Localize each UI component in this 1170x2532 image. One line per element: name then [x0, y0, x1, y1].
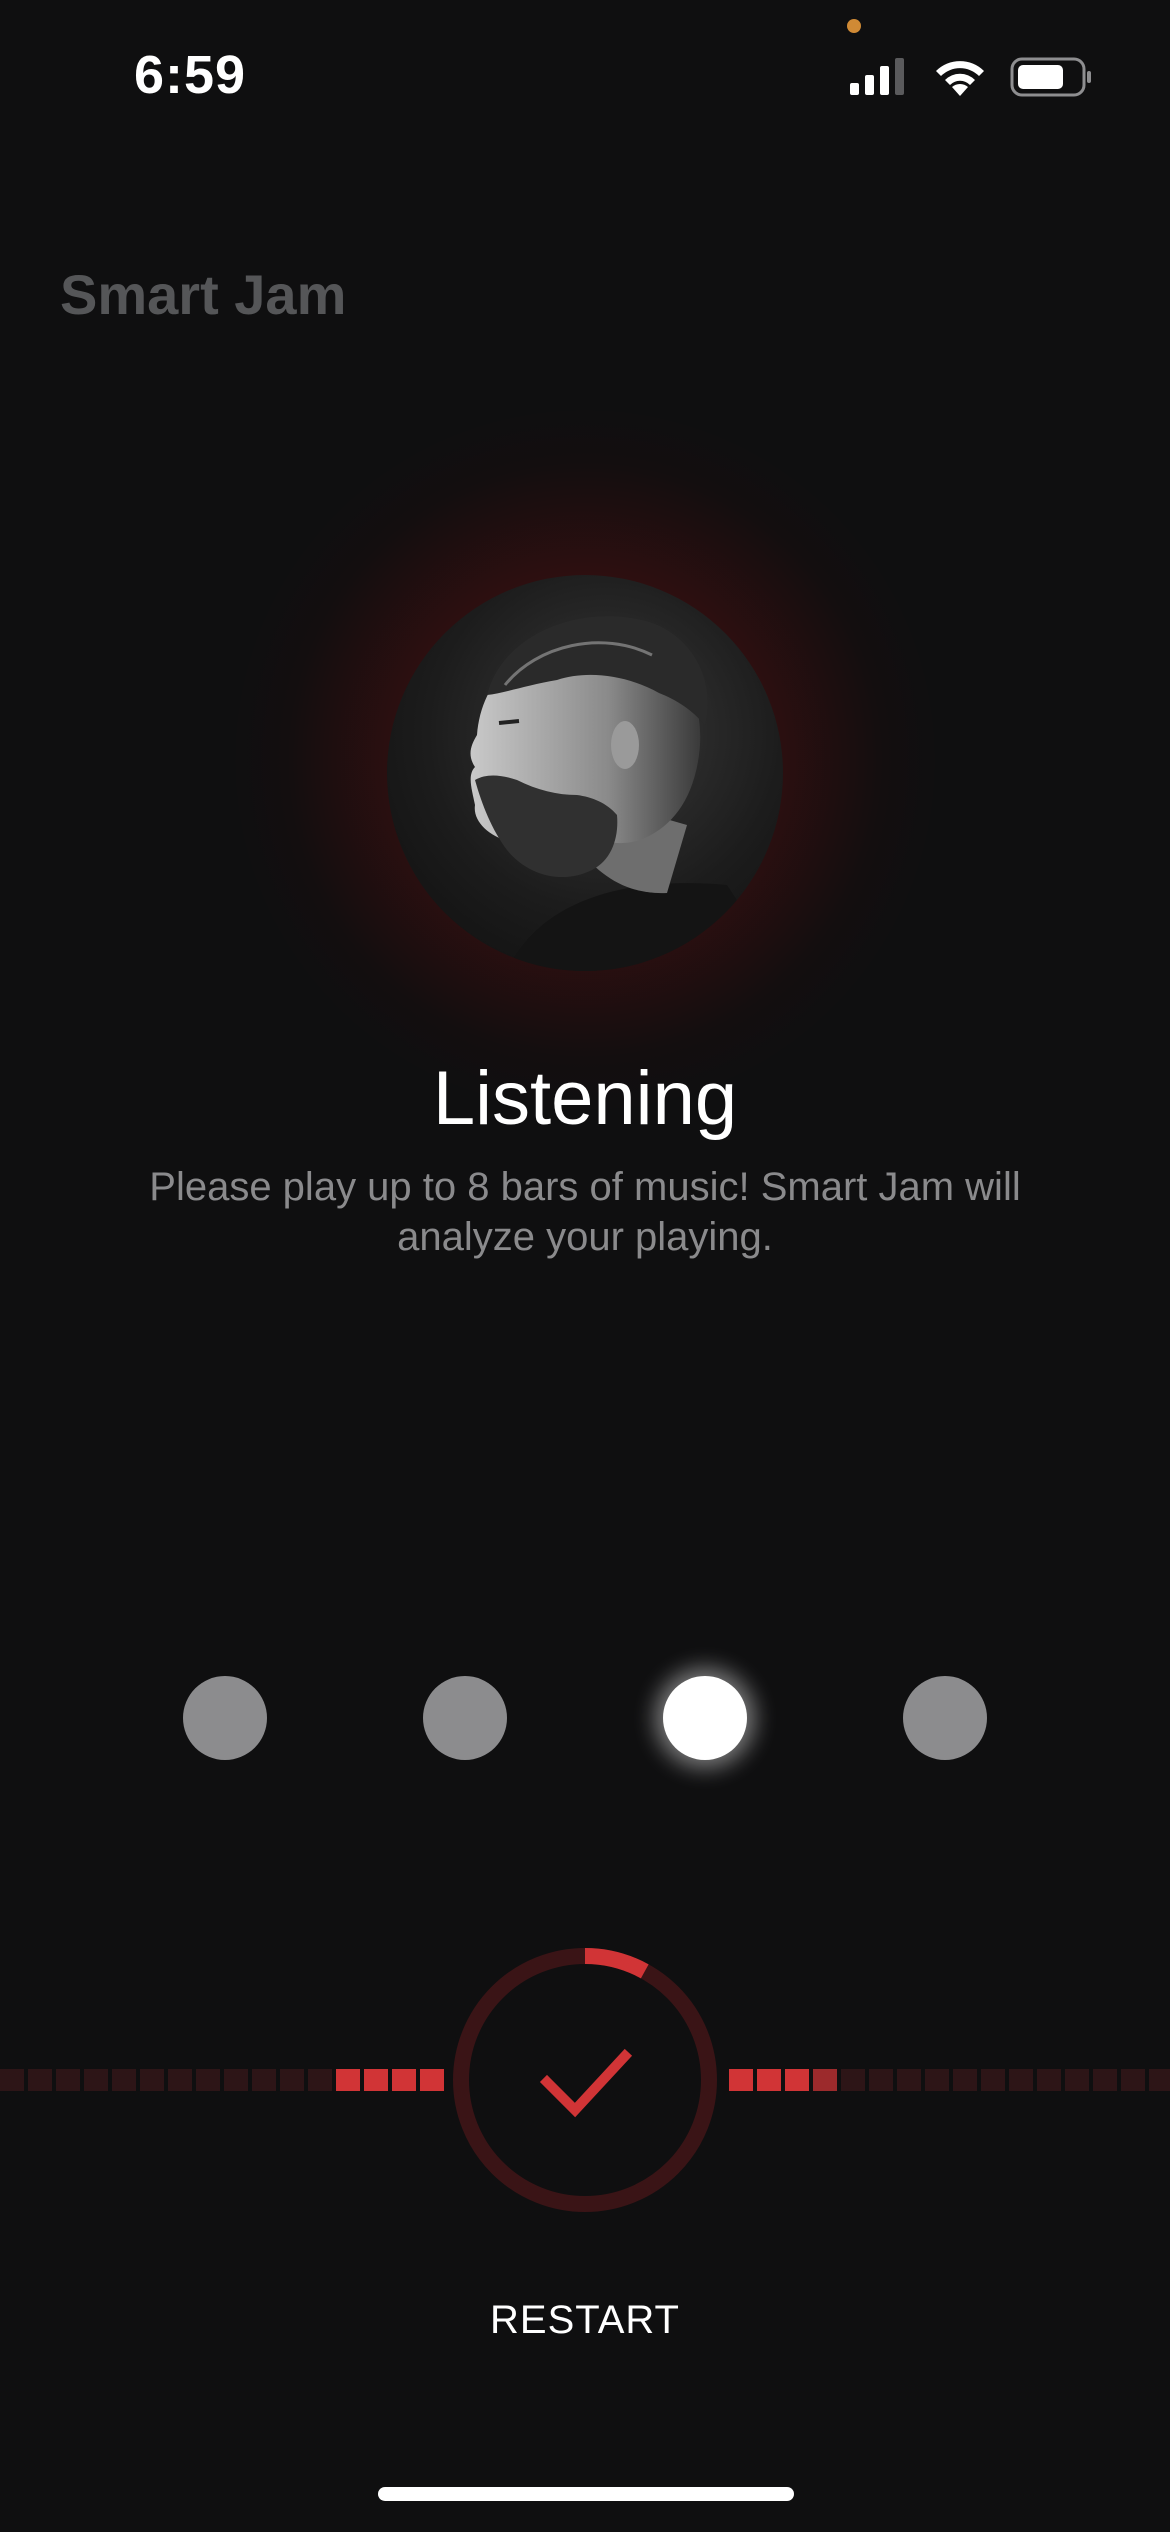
- meter-segment: [1065, 2069, 1089, 2091]
- meter-segment: [420, 2069, 444, 2091]
- app-title: Smart Jam: [60, 263, 347, 326]
- meter-segment: [925, 2069, 949, 2091]
- meter-segment: [1149, 2069, 1170, 2091]
- signal-icon: [850, 58, 904, 95]
- check-icon: [539, 2048, 633, 2118]
- listening-heading: Listening: [432, 1056, 738, 1141]
- meter-segment: [140, 2069, 164, 2091]
- meter-segment: [869, 2069, 893, 2091]
- meter-segment: [364, 2069, 388, 2091]
- meter-segment: [84, 2069, 108, 2091]
- meter-segment: [56, 2069, 80, 2091]
- beat-dot-2: [423, 1676, 507, 1760]
- meter-segment: [252, 2069, 276, 2091]
- confirm-button[interactable]: [451, 1946, 719, 2214]
- meter-segment: [280, 2069, 304, 2091]
- meter-segment: [392, 2069, 416, 2091]
- meter-segment: [168, 2069, 192, 2091]
- artist-avatar: [387, 575, 783, 971]
- battery-icon: [1010, 57, 1091, 97]
- meter-segment: [196, 2069, 220, 2091]
- meter-segment: [813, 2069, 837, 2091]
- meter-segment: [1037, 2069, 1061, 2091]
- beat-dot-4: [903, 1676, 987, 1760]
- listening-description: Please play up to 8 bars of music! Smart…: [149, 1165, 1021, 1259]
- meter-segment: [897, 2069, 921, 2091]
- status-time: 6:59: [134, 45, 247, 105]
- meter-segment: [757, 2069, 781, 2091]
- input-level-meter-left: [0, 2069, 444, 2091]
- meter-segment: [785, 2069, 809, 2091]
- meter-segment: [729, 2069, 753, 2091]
- meter-segment: [953, 2069, 977, 2091]
- meter-segment: [112, 2069, 136, 2091]
- privacy-indicator-dot: [847, 19, 861, 33]
- meter-segment: [0, 2069, 24, 2091]
- beat-dot-3-active: [663, 1676, 747, 1760]
- meter-segment: [308, 2069, 332, 2091]
- meter-segment: [336, 2069, 360, 2091]
- input-level-meter-right: [729, 2069, 1170, 2091]
- meter-segment: [1009, 2069, 1033, 2091]
- meter-segment: [1093, 2069, 1117, 2091]
- meter-segment: [841, 2069, 865, 2091]
- meter-segment: [224, 2069, 248, 2091]
- beat-dot-1: [183, 1676, 267, 1760]
- wifi-icon: [936, 61, 984, 96]
- meter-segment: [981, 2069, 1005, 2091]
- meter-segment: [28, 2069, 52, 2091]
- home-indicator[interactable]: [378, 2487, 794, 2501]
- restart-button[interactable]: RESTART: [0, 2298, 1170, 2343]
- meter-segment: [1121, 2069, 1145, 2091]
